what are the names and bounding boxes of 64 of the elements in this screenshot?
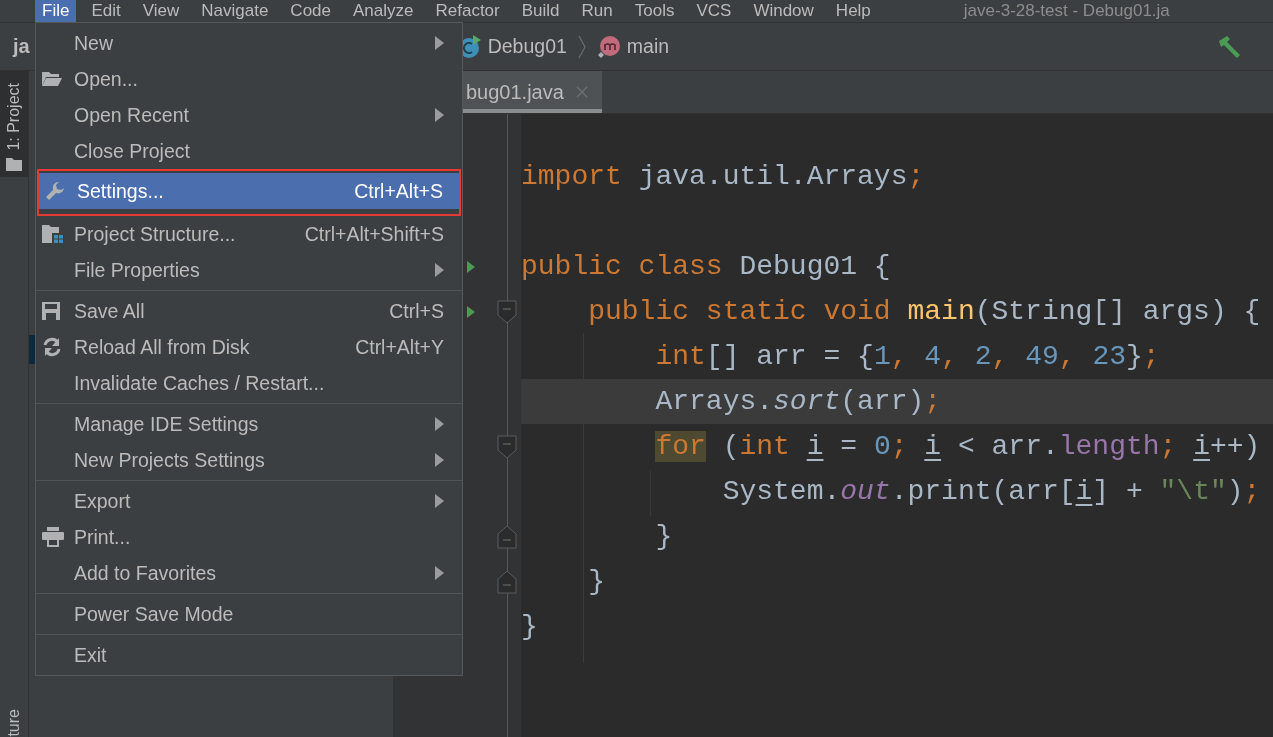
- tool-window-tab[interactable]: 1: Project: [0, 71, 28, 177]
- shortcut-text: Ctrl+Alt+Y: [355, 335, 444, 359]
- menu-bar-item[interactable]: Code: [283, 0, 338, 22]
- menu-item[interactable]: Print...: [36, 519, 462, 555]
- save-icon: [42, 302, 60, 320]
- code-line: for (int i = 0; i < arr.length; i++): [654, 431, 1261, 462]
- breadcrumb[interactable]: main: [626, 35, 670, 58]
- shortcut-text: Ctrl+Alt+Shift+S: [304, 222, 444, 246]
- menu-item[interactable]: File Properties: [36, 252, 462, 288]
- code-line: import java.util.Arrays;: [521, 161, 925, 192]
- folder-icon: [42, 71, 62, 87]
- code-line: Arrays.sort(arr);: [654, 386, 942, 417]
- menu-item[interactable]: Add to Favorites: [36, 555, 462, 591]
- menu-bar-item[interactable]: Build: [514, 0, 567, 22]
- breadcrumb[interactable]: Debug01: [487, 35, 567, 58]
- hammer-icon[interactable]: [1217, 34, 1243, 59]
- menu-item[interactable]: Project Structure... Ctrl+Alt+Shift+S: [36, 216, 462, 252]
- menu-item[interactable]: Close Project: [36, 133, 462, 169]
- menu-item[interactable]: New: [36, 25, 462, 61]
- code-line: }: [587, 566, 605, 597]
- folder-icon: [6, 156, 22, 171]
- code-line: System.out.print(arr[i] + "\t");: [721, 476, 1261, 507]
- menu-item[interactable]: Settings... Ctrl+Alt+S: [39, 173, 459, 209]
- menu-item[interactable]: Save All Ctrl+S: [36, 293, 462, 329]
- close-icon[interactable]: [575, 86, 588, 98]
- run-icon[interactable]: [467, 260, 475, 273]
- code-line: int[] arr = {1, 4, 2, 49, 23};: [654, 341, 1160, 372]
- menu-bar-item[interactable]: File: [35, 0, 77, 22]
- code-line: }: [654, 521, 673, 552]
- code-line: }: [521, 611, 538, 642]
- printer-icon: [42, 527, 64, 547]
- folder-grid-icon: [42, 224, 64, 244]
- shortcut-text: Ctrl+Alt+S: [354, 179, 443, 203]
- shortcut-text: Ctrl+S: [389, 299, 444, 323]
- menu-item[interactable]: Reload All from Disk Ctrl+Alt+Y: [36, 329, 462, 365]
- window-title: jave-3-28-test - Debug01.ja: [963, 0, 1170, 22]
- menu-bar-item[interactable]: Run: [574, 0, 620, 22]
- tool-window-tab[interactable]: ture: [5, 709, 23, 737]
- menu-item[interactable]: Manage IDE Settings: [36, 406, 462, 442]
- run-icon[interactable]: [467, 305, 475, 318]
- menu-item[interactable]: Exit: [36, 637, 462, 673]
- menu-item[interactable]: Invalidate Caches / Restart...: [36, 365, 462, 401]
- menu-bar-item[interactable]: Window: [746, 0, 821, 22]
- menu-bar-item[interactable]: Tools: [627, 0, 682, 22]
- menu-bar-item[interactable]: Analyze: [346, 0, 421, 22]
- fold-icon[interactable]: [497, 299, 517, 324]
- menu-bar-item[interactable]: Help: [828, 0, 878, 22]
- fold-icon[interactable]: [497, 434, 517, 459]
- code-line: public static void main(String[] args) {: [587, 296, 1261, 327]
- menu-bar-item[interactable]: Refactor: [428, 0, 507, 22]
- menu-bar-item[interactable]: Navigate: [194, 0, 276, 22]
- method-icon: [596, 34, 621, 59]
- menu-bar-item[interactable]: Edit: [84, 0, 128, 22]
- reload-icon: [42, 337, 62, 357]
- chevron-icon: [576, 33, 587, 60]
- menu-bar-item[interactable]: VCS: [689, 0, 739, 22]
- code-line: public class Debug01 {: [521, 251, 891, 282]
- menu-item[interactable]: Export: [36, 483, 462, 519]
- project-name[interactable]: ja: [13, 35, 30, 58]
- menu-item[interactable]: New Projects Settings: [36, 442, 462, 478]
- tab-label: 1: Project: [5, 83, 23, 151]
- menu-bar-item[interactable]: View: [135, 0, 187, 22]
- menu-item[interactable]: Power Save Mode: [36, 596, 462, 632]
- wrench-icon: [45, 181, 65, 201]
